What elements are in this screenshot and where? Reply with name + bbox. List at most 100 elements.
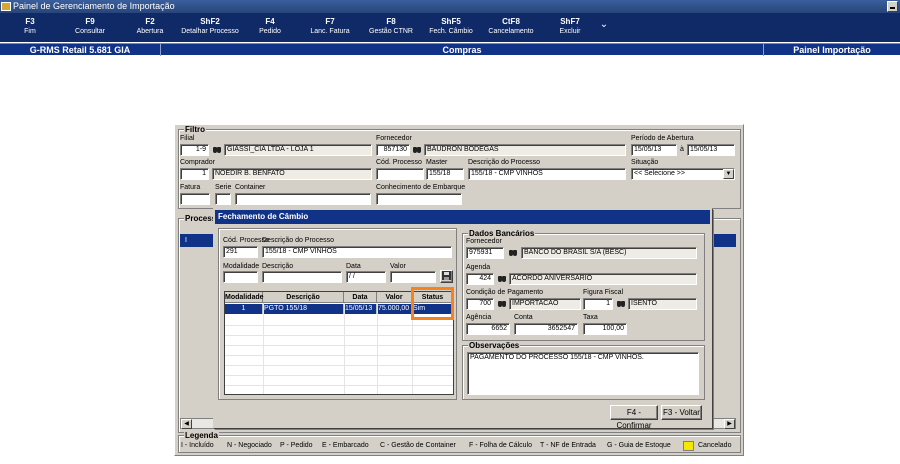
- toolbar-button-cancelamento[interactable]: CtF8 Cancelamento: [484, 13, 538, 42]
- filial-label: Filial: [180, 135, 195, 142]
- grid-line: [225, 335, 453, 336]
- grid-line: [225, 325, 453, 326]
- serie-label: Serie: [215, 184, 232, 191]
- grid-col-valor[interactable]: Valor: [377, 292, 412, 303]
- binoculars-icon[interactable]: [616, 299, 626, 309]
- situacao-select[interactable]: << Selecione >>: [631, 168, 735, 180]
- grid-cell-data: 15/05/13: [344, 304, 377, 314]
- fornecedor-label: Fornecedor: [376, 135, 412, 142]
- grid-col-descricao[interactable]: Descrição: [263, 292, 344, 303]
- bank-fornecedor-input[interactable]: 975931: [466, 247, 504, 259]
- toolbar-button-detalhar-processo[interactable]: ShF2 Detalhar Processo: [177, 13, 243, 42]
- legend-guia-estoque: G - Guia de Estoque: [607, 442, 671, 449]
- grid-vline: [377, 303, 378, 394]
- desc-processo-label: Descrição do Processo: [468, 159, 540, 166]
- cod-processo-input[interactable]: [376, 168, 424, 180]
- save-button[interactable]: [440, 270, 453, 283]
- grid-line: [225, 375, 453, 376]
- filial-code-input[interactable]: 1-9: [180, 144, 209, 156]
- agenda-code-input[interactable]: 424: [466, 273, 494, 285]
- dlg-data-input[interactable]: / /: [346, 271, 386, 283]
- processos-grid-row-end: [712, 234, 736, 247]
- fatura-input[interactable]: [180, 193, 210, 205]
- function-key-toolbar: F3 Fim F9 Consultar F2 Abertura ShF2 Detalha…: [0, 13, 900, 42]
- status-bar: G-RMS Retail 5.681 GIA Compras Painel Im…: [0, 43, 900, 56]
- periodo-start-input[interactable]: 15/05/13: [631, 144, 677, 156]
- observacoes-textarea[interactable]: PAGAMENTO DO PROCESSO 155/18 - CMP VINHO…: [467, 352, 699, 395]
- agencia-input[interactable]: 6652: [466, 323, 510, 335]
- processos-grid-selected-row[interactable]: I: [180, 234, 216, 247]
- dlg-descricao-input[interactable]: [262, 271, 342, 283]
- grid-cell-valor: 75.000,00: [377, 304, 412, 314]
- figura-code-input[interactable]: 1: [583, 298, 613, 310]
- confirm-button[interactable]: F4 - Confirmar: [610, 405, 658, 430]
- toolbar-button-excluir[interactable]: ShF7 Excluir: [550, 13, 590, 42]
- legenda-legend: Legenda: [184, 431, 219, 440]
- chevron-down-icon[interactable]: ▼: [723, 169, 734, 179]
- grid-col-data[interactable]: Data: [344, 292, 377, 303]
- binoculars-icon[interactable]: [508, 248, 518, 258]
- agencia-label: Agência: [466, 314, 492, 321]
- dialog-title: Fechamento de Câmbio: [215, 210, 710, 224]
- conta-input[interactable]: 3652547: [514, 323, 578, 335]
- legend-cancelado: Cancelado: [698, 442, 732, 449]
- desc-processo-input[interactable]: 155/18 - CMP VINHOS: [468, 168, 626, 180]
- fornecedor-code-input[interactable]: 857130: [376, 144, 410, 156]
- bank-name-field: BANCO DO BRASIL S/A (BESC): [521, 247, 697, 259]
- dlg-modalidade-input[interactable]: [223, 271, 258, 283]
- save-icon: [442, 271, 451, 280]
- binoculars-icon[interactable]: [412, 145, 422, 155]
- version-label: G-RMS Retail 5.681 GIA: [29, 45, 131, 55]
- taxa-label: Taxa: [583, 314, 598, 321]
- taxa-input[interactable]: 100,00: [583, 323, 627, 335]
- grid-line: [225, 345, 453, 346]
- binoculars-icon[interactable]: [497, 274, 507, 284]
- toolbar-button-consultar[interactable]: F9 Consultar: [70, 13, 110, 42]
- binoculars-icon[interactable]: [212, 145, 222, 155]
- agenda-name-field: ACORDO ANIVERSARIO: [509, 273, 697, 285]
- grid-col-modalidade[interactable]: Modalidade: [225, 292, 264, 303]
- toolbar-button-pedido[interactable]: F4 Pedido: [250, 13, 290, 42]
- window-title-bar: Painel de Gerenciamento de Importação: [0, 0, 900, 13]
- condicao-name-field: IMPORTACAO: [509, 298, 581, 310]
- periodo-separator: à: [680, 146, 684, 153]
- legend-incluido: I - Incluído: [181, 442, 214, 449]
- minimize-button[interactable]: [887, 1, 898, 12]
- legend-folha-calculo: F - Folha de Cálculo: [469, 442, 533, 449]
- toolbar-more-button[interactable]: ⌄: [597, 13, 611, 42]
- comprador-label: Comprador: [180, 159, 216, 166]
- serie-input[interactable]: [215, 193, 231, 205]
- observacoes-legend: Observações: [468, 341, 521, 350]
- scroll-right-icon[interactable]: ▶: [724, 419, 735, 429]
- filtro-legend: Filtro: [184, 125, 206, 134]
- dlg-valor-input[interactable]: [390, 271, 436, 283]
- condicao-label: Condição de Pagamento: [466, 289, 544, 296]
- app-logo-icon: [1, 2, 11, 11]
- toolbar-button-lanc-fatura[interactable]: F7 Lanc. Fatura: [305, 13, 355, 42]
- dlg-valor-label: Valor: [390, 263, 406, 270]
- conhecimento-input[interactable]: [376, 193, 462, 205]
- cancelado-swatch: [683, 441, 694, 451]
- chevron-down-icon: ⌄: [599, 19, 609, 30]
- module-label: Compras: [442, 45, 482, 55]
- toolbar-button-fech-cambio[interactable]: ShF5 Fech. Câmbio: [424, 13, 478, 42]
- window-title: Painel de Gerenciamento de Importação: [13, 1, 175, 11]
- container-input[interactable]: [235, 193, 371, 205]
- grid-line: [225, 365, 453, 366]
- legend-pedido: P - Pedido: [280, 442, 313, 449]
- binoculars-icon[interactable]: [497, 299, 507, 309]
- scroll-left-icon[interactable]: ◀: [181, 419, 192, 429]
- toolbar-button-abertura[interactable]: F2 Abertura: [130, 13, 170, 42]
- master-input[interactable]: 155/18: [426, 168, 464, 180]
- dlg-modalidade-label: Modalidade: [223, 263, 260, 270]
- condicao-code-input[interactable]: 700: [466, 298, 494, 310]
- fatura-label: Fatura: [180, 184, 201, 191]
- master-label: Master: [426, 159, 448, 166]
- comprador-code-input[interactable]: 1: [180, 168, 209, 180]
- grid-cell-modalidade: 1: [225, 304, 263, 314]
- situacao-label: Situação: [631, 159, 659, 166]
- toolbar-button-gestao-ctnr[interactable]: F8 Gestão CTNR: [364, 13, 418, 42]
- toolbar-button-fim[interactable]: F3 Fim: [10, 13, 50, 42]
- back-button[interactable]: F3 - Voltar: [661, 405, 702, 420]
- periodo-end-input[interactable]: 15/05/13: [687, 144, 735, 156]
